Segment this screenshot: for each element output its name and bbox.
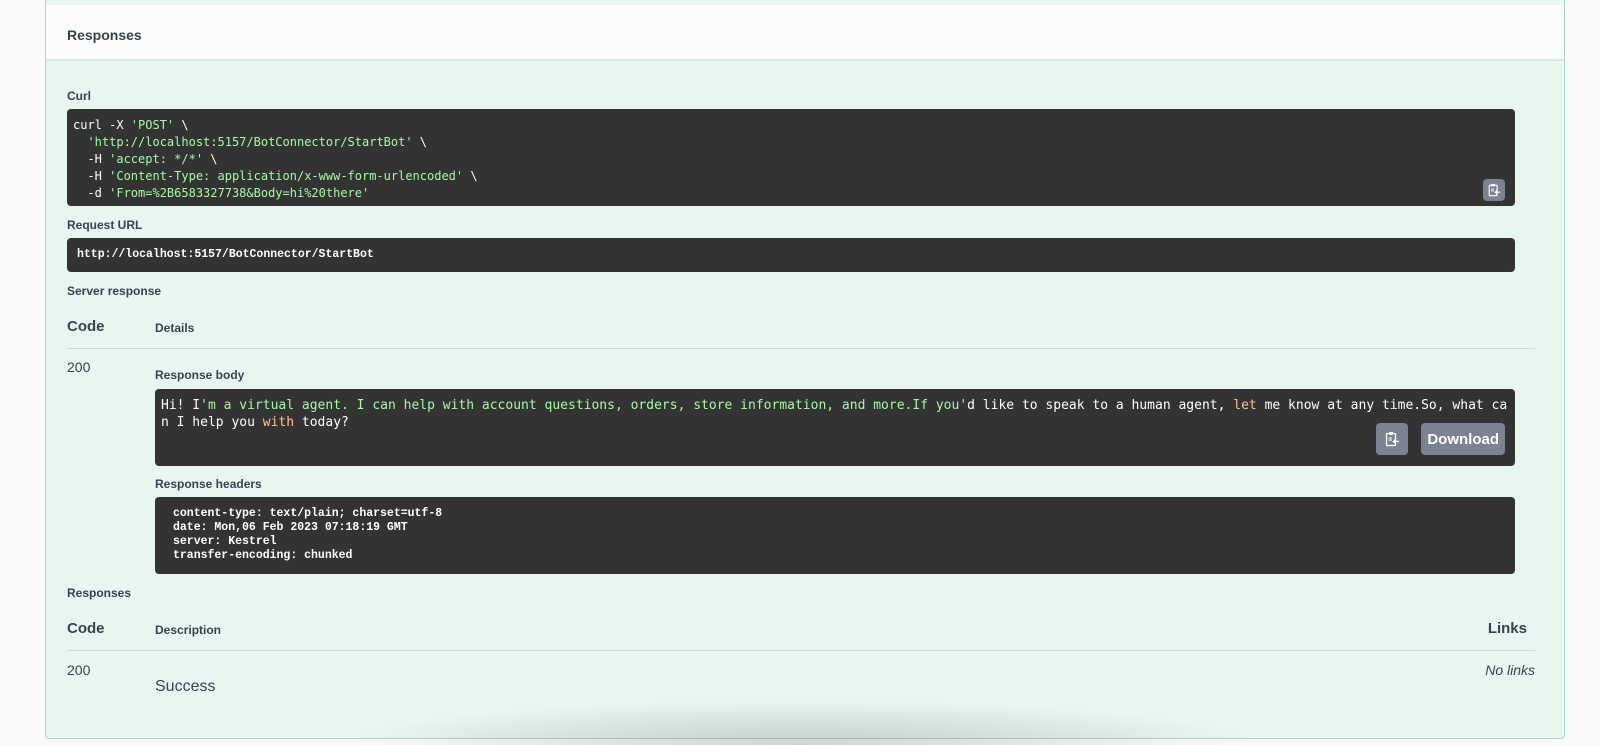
response-header-line: transfer-encoding: chunked [173, 549, 353, 562]
response-body-segment: today? [294, 415, 349, 430]
response-body-label: Response body [155, 368, 245, 382]
curl-copy-button[interactable] [1483, 179, 1505, 201]
curl-string: 'POST' [130, 118, 175, 132]
operation-block: Responses Curl curl -X 'POST' \ 'http://… [45, 0, 1565, 739]
responses-table-header: Code Description Links [67, 612, 1535, 651]
curl-line: -H 'accept: */*' \ [73, 152, 218, 166]
response-body-segment: Hi! I [161, 398, 201, 413]
curl-string: 'accept: */*' [109, 152, 204, 166]
server-response-table-header: Code Details [67, 310, 1535, 349]
response-headers-label: Response headers [155, 477, 262, 491]
response-header-line: content-type: text/plain; charset=utf-8 [173, 507, 443, 520]
links-column-header: Links [1487, 620, 1527, 637]
curl-line: -H 'Content-Type: application/x-www-form… [73, 169, 478, 183]
response-row-links: No links [1485, 662, 1535, 678]
response-body-block[interactable]: Hi! I'm a virtual agent. I can help with… [155, 389, 1515, 466]
curl-line: 'http://localhost:5157/BotConnector/Star… [87, 135, 428, 149]
code-column-header: Code [67, 318, 105, 335]
curl-command: curl -X 'POST' \ 'http://localhost:5157/… [67, 109, 1515, 210]
code-column-header: Code [67, 620, 105, 637]
curl-string: 'Content-Type: application/x-www-form-ur… [109, 169, 464, 183]
response-header-line: date: Mon,06 Feb 2023 07:18:19 GMT [173, 521, 408, 534]
responses-label: Responses [67, 586, 132, 600]
response-body-segment: 'm a virtual agent. I can help with acco… [200, 398, 968, 413]
response-row-code: 200 [67, 662, 91, 678]
details-column-header: Details [155, 321, 195, 335]
clipboard-copy-icon [1488, 183, 1501, 197]
response-row-description: Success [155, 678, 216, 695]
response-headers-block: content-type: text/plain; charset=utf-8 … [155, 497, 1515, 574]
curl-code-block[interactable]: curl -X 'POST' \ 'http://localhost:5157/… [67, 109, 1515, 206]
response-header-line: server: Kestrel [173, 535, 277, 548]
description-column-header: Description [155, 623, 222, 637]
response-code: 200 [67, 359, 91, 375]
response-body-segment: d like to speak to a human agent, [967, 398, 1234, 413]
response-headers-text: content-type: text/plain; charset=utf-8 … [155, 497, 1515, 573]
curl-string: 'From=%2B6583327738&Body=hi%20there' [109, 186, 370, 200]
curl-string: 'http://localhost:5157/BotConnector/Star… [87, 135, 413, 149]
section-title: Responses [67, 27, 142, 43]
request-url-label: Request URL [67, 218, 143, 232]
response-body-text: Hi! I'm a virtual agent. I can help with… [155, 389, 1515, 439]
response-body-segment: let [1233, 398, 1257, 413]
responses-section-header: Responses [46, 5, 1564, 60]
response-body-segment: with [262, 415, 295, 430]
response-body-copy-button[interactable] [1376, 423, 1408, 455]
request-url-block: http://localhost:5157/BotConnector/Start… [67, 238, 1515, 272]
curl-line: curl -X 'POST' \ [73, 118, 189, 132]
download-button[interactable]: Download [1421, 423, 1505, 455]
curl-label: Curl [67, 89, 91, 103]
server-response-label: Server response [67, 284, 162, 298]
request-url-value: http://localhost:5157/BotConnector/Start… [77, 248, 374, 261]
clipboard-copy-icon [1385, 432, 1399, 447]
curl-line: -d 'From=%2B6583327738&Body=hi%20there' [73, 186, 370, 200]
